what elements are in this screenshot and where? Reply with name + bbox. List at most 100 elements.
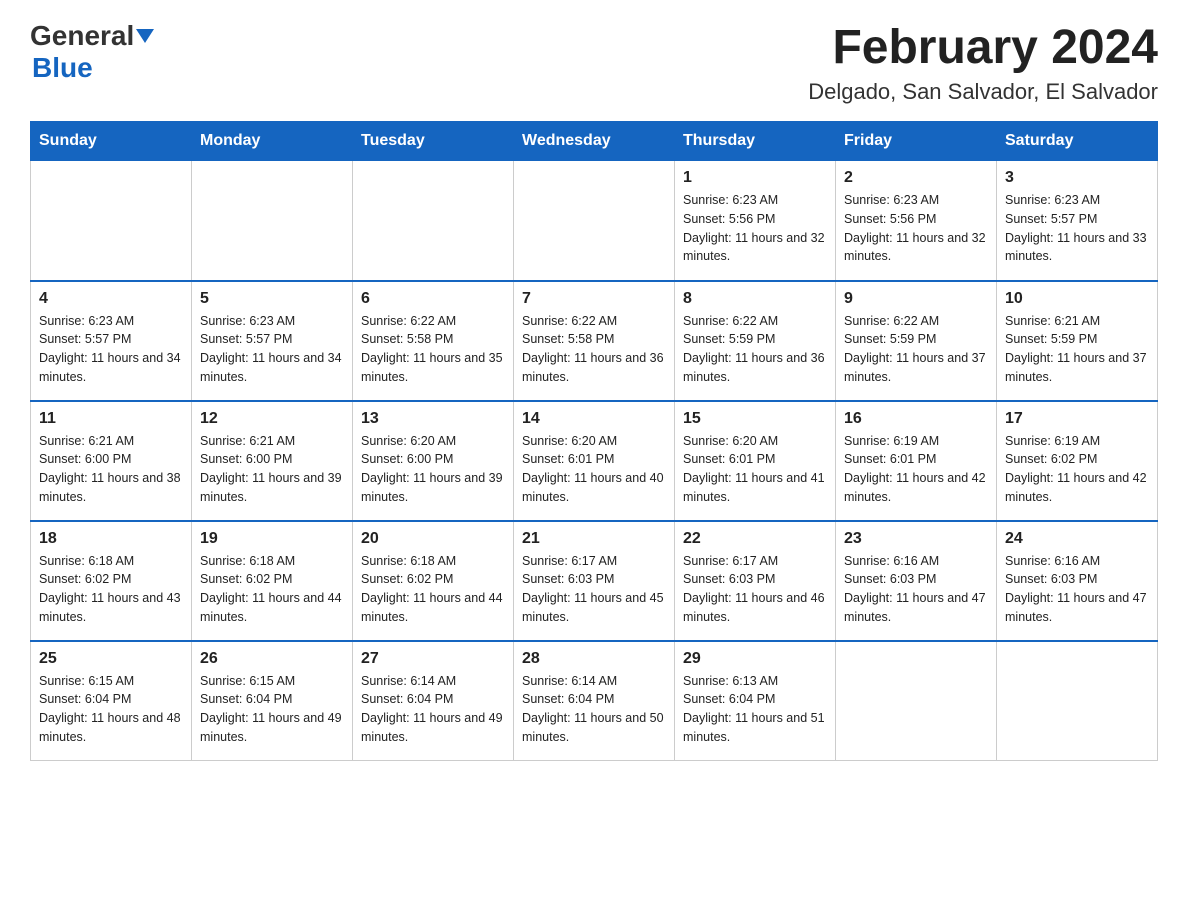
- header-saturday: Saturday: [997, 122, 1158, 161]
- calendar-cell: 1 Sunrise: 6:23 AM Sunset: 5:56 PM Daylig…: [675, 161, 836, 281]
- calendar-cell: [836, 641, 997, 761]
- calendar-cell: [192, 161, 353, 281]
- calendar-cell: 20 Sunrise: 6:18 AM Sunset: 6:02 PM Dayli…: [353, 521, 514, 641]
- calendar-cell: 9 Sunrise: 6:22 AM Sunset: 5:59 PM Daylig…: [836, 281, 997, 401]
- day-info: Sunrise: 6:20 AM Sunset: 6:01 PM Dayligh…: [683, 432, 827, 507]
- day-number: 12: [200, 410, 344, 428]
- day-number: 17: [1005, 410, 1149, 428]
- day-number: 13: [361, 410, 505, 428]
- day-number: 14: [522, 410, 666, 428]
- calendar-cell: 3 Sunrise: 6:23 AM Sunset: 5:57 PM Daylig…: [997, 161, 1158, 281]
- calendar-table: Sunday Monday Tuesday Wednesday Thursday…: [30, 121, 1158, 761]
- day-number: 22: [683, 530, 827, 548]
- day-number: 18: [39, 530, 183, 548]
- calendar-cell: 13 Sunrise: 6:20 AM Sunset: 6:00 PM Dayli…: [353, 401, 514, 521]
- calendar-cell: 28 Sunrise: 6:14 AM Sunset: 6:04 PM Dayli…: [514, 641, 675, 761]
- day-info: Sunrise: 6:21 AM Sunset: 6:00 PM Dayligh…: [39, 432, 183, 507]
- logo-general: General: [30, 20, 134, 52]
- calendar-week-5: 25Sunrise: 6:15 AM Sunset: 6:04 PM Dayli…: [31, 641, 1158, 761]
- day-info: Sunrise: 6:15 AM Sunset: 6:04 PM Dayligh…: [200, 672, 344, 747]
- day-info: Sunrise: 6:20 AM Sunset: 6:00 PM Dayligh…: [361, 432, 505, 507]
- day-number: 21: [522, 530, 666, 548]
- day-number: 24: [1005, 530, 1149, 548]
- day-number: 11: [39, 410, 183, 428]
- day-number: 5: [200, 290, 344, 308]
- day-info: Sunrise: 6:19 AM Sunset: 6:01 PM Dayligh…: [844, 432, 988, 507]
- calendar-cell: 17Sunrise: 6:19 AM Sunset: 6:02 PM Dayli…: [997, 401, 1158, 521]
- day-info: Sunrise: 6:22 AM Sunset: 5:59 PM Dayligh…: [683, 312, 827, 387]
- day-info: Sunrise: 6:23 AM Sunset: 5:56 PM Dayligh…: [844, 191, 988, 266]
- day-number: 16: [844, 410, 988, 428]
- month-title: February 2024: [808, 20, 1158, 75]
- day-info: Sunrise: 6:18 AM Sunset: 6:02 PM Dayligh…: [39, 552, 183, 627]
- day-info: Sunrise: 6:22 AM Sunset: 5:58 PM Dayligh…: [361, 312, 505, 387]
- calendar-cell: 8Sunrise: 6:22 AM Sunset: 5:59 PM Daylig…: [675, 281, 836, 401]
- calendar-cell: [514, 161, 675, 281]
- day-number: 20: [361, 530, 505, 548]
- calendar-cell: [31, 161, 192, 281]
- header-sunday: Sunday: [31, 122, 192, 161]
- day-number: 19: [200, 530, 344, 548]
- day-info: Sunrise: 6:23 AM Sunset: 5:57 PM Dayligh…: [200, 312, 344, 387]
- calendar-cell: 16 Sunrise: 6:19 AM Sunset: 6:01 PM Dayli…: [836, 401, 997, 521]
- day-number: 1: [683, 169, 827, 187]
- day-info: Sunrise: 6:18 AM Sunset: 6:02 PM Dayligh…: [200, 552, 344, 627]
- calendar-cell: 6 Sunrise: 6:22 AM Sunset: 5:58 PM Daylig…: [353, 281, 514, 401]
- day-info: Sunrise: 6:17 AM Sunset: 6:03 PM Dayligh…: [683, 552, 827, 627]
- header-thursday: Thursday: [675, 122, 836, 161]
- header-friday: Friday: [836, 122, 997, 161]
- calendar-cell: 22 Sunrise: 6:17 AM Sunset: 6:03 PM Dayli…: [675, 521, 836, 641]
- header-wednesday: Wednesday: [514, 122, 675, 161]
- calendar-cell: 4Sunrise: 6:23 AM Sunset: 5:57 PM Daylig…: [31, 281, 192, 401]
- day-info: Sunrise: 6:15 AM Sunset: 6:04 PM Dayligh…: [39, 672, 183, 747]
- day-number: 6: [361, 290, 505, 308]
- calendar-week-3: 11 Sunrise: 6:21 AM Sunset: 6:00 PM Dayli…: [31, 401, 1158, 521]
- day-number: 3: [1005, 169, 1149, 187]
- calendar-cell: 14 Sunrise: 6:20 AM Sunset: 6:01 PM Dayli…: [514, 401, 675, 521]
- calendar-cell: 27 Sunrise: 6:14 AM Sunset: 6:04 PM Dayli…: [353, 641, 514, 761]
- day-number: 15: [683, 410, 827, 428]
- header-tuesday: Tuesday: [353, 122, 514, 161]
- day-info: Sunrise: 6:20 AM Sunset: 6:01 PM Dayligh…: [522, 432, 666, 507]
- day-info: Sunrise: 6:21 AM Sunset: 5:59 PM Dayligh…: [1005, 312, 1149, 387]
- day-number: 7: [522, 290, 666, 308]
- day-number: 27: [361, 650, 505, 668]
- calendar-week-2: 4 Sunrise: 6:23 AM Sunset: 5:57 PM Daylig…: [31, 281, 1158, 401]
- title-section: February 2024 Delgado, San Salvador, El …: [808, 20, 1158, 105]
- day-number: 26: [200, 650, 344, 668]
- logo-blue: Blue: [32, 52, 93, 83]
- day-info: Sunrise: 6:22 AM Sunset: 5:59 PM Dayligh…: [844, 312, 988, 387]
- calendar-cell: 12Sunrise: 6:21 AM Sunset: 6:00 PM Dayli…: [192, 401, 353, 521]
- calendar-cell: 29Sunrise: 6:13 AM Sunset: 6:04 PM Dayli…: [675, 641, 836, 761]
- calendar-cell: [997, 641, 1158, 761]
- page-header: General Blue February 2024 Delgado, San …: [30, 20, 1158, 105]
- calendar-cell: 18 Sunrise: 6:18 AM Sunset: 6:02 PM Dayli…: [31, 521, 192, 641]
- calendar-cell: 10Sunrise: 6:21 AM Sunset: 5:59 PM Dayli…: [997, 281, 1158, 401]
- day-number: 4: [39, 290, 183, 308]
- day-number: 28: [522, 650, 666, 668]
- day-info: Sunrise: 6:14 AM Sunset: 6:04 PM Dayligh…: [522, 672, 666, 747]
- calendar-header: Sunday Monday Tuesday Wednesday Thursday…: [31, 122, 1158, 161]
- day-number: 2: [844, 169, 988, 187]
- day-info: Sunrise: 6:14 AM Sunset: 6:04 PM Dayligh…: [361, 672, 505, 747]
- day-info: Sunrise: 6:16 AM Sunset: 6:03 PM Dayligh…: [1005, 552, 1149, 627]
- day-info: Sunrise: 6:22 AM Sunset: 5:58 PM Dayligh…: [522, 312, 666, 387]
- logo: General Blue: [30, 20, 154, 84]
- calendar-body: 1 Sunrise: 6:23 AM Sunset: 5:56 PM Daylig…: [31, 161, 1158, 761]
- day-number: 9: [844, 290, 988, 308]
- day-info: Sunrise: 6:23 AM Sunset: 5:56 PM Dayligh…: [683, 191, 827, 266]
- day-number: 29: [683, 650, 827, 668]
- day-info: Sunrise: 6:18 AM Sunset: 6:02 PM Dayligh…: [361, 552, 505, 627]
- header-monday: Monday: [192, 122, 353, 161]
- calendar-cell: 23Sunrise: 6:16 AM Sunset: 6:03 PM Dayli…: [836, 521, 997, 641]
- day-number: 23: [844, 530, 988, 548]
- logo-triangle-icon: [136, 29, 154, 43]
- day-info: Sunrise: 6:17 AM Sunset: 6:03 PM Dayligh…: [522, 552, 666, 627]
- calendar-cell: [353, 161, 514, 281]
- calendar-cell: 11 Sunrise: 6:21 AM Sunset: 6:00 PM Dayli…: [31, 401, 192, 521]
- calendar-week-1: 1 Sunrise: 6:23 AM Sunset: 5:56 PM Daylig…: [31, 161, 1158, 281]
- calendar-cell: 7 Sunrise: 6:22 AM Sunset: 5:58 PM Daylig…: [514, 281, 675, 401]
- location: Delgado, San Salvador, El Salvador: [808, 79, 1158, 105]
- day-info: Sunrise: 6:23 AM Sunset: 5:57 PM Dayligh…: [1005, 191, 1149, 266]
- calendar-cell: 2 Sunrise: 6:23 AM Sunset: 5:56 PM Daylig…: [836, 161, 997, 281]
